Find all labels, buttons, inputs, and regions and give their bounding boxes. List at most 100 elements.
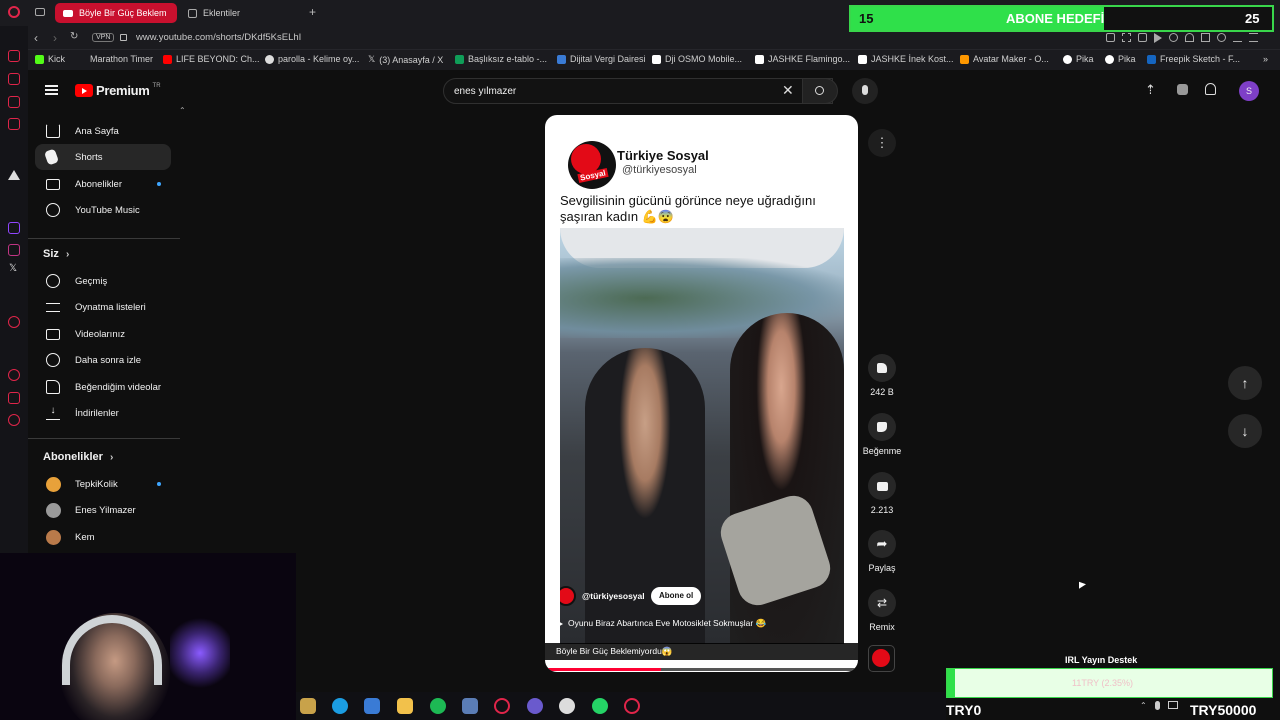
voice-search-button[interactable] bbox=[852, 78, 878, 104]
app-icon[interactable] bbox=[624, 698, 640, 714]
bookmark-item[interactable]: Avatar Maker - O... bbox=[960, 54, 1049, 64]
nav-playlists[interactable]: Oynatma listeleri bbox=[35, 294, 171, 320]
progress-track[interactable] bbox=[545, 668, 858, 671]
workspaces-icon[interactable] bbox=[35, 8, 45, 16]
overlay-channel-handle[interactable]: @türkiyesosyal bbox=[582, 591, 645, 601]
new-tab-button[interactable]: + bbox=[309, 5, 316, 19]
sidebar-app-icon[interactable] bbox=[8, 50, 20, 62]
app-icon[interactable] bbox=[559, 698, 575, 714]
app-icon[interactable] bbox=[462, 698, 478, 714]
overlay-channel-avatar[interactable] bbox=[560, 586, 576, 606]
guide-scroll-up-icon[interactable]: ⌃ bbox=[179, 106, 186, 115]
you-section-header[interactable]: Siz › bbox=[43, 248, 69, 260]
tab-active[interactable]: Böyle Bir Güç Beklem bbox=[55, 3, 177, 23]
whatsapp-icon[interactable] bbox=[592, 698, 608, 714]
league-icon[interactable] bbox=[300, 698, 316, 714]
search-input[interactable]: enes yılmazer bbox=[454, 86, 516, 97]
shield-icon[interactable] bbox=[1138, 33, 1147, 42]
x-sidebar-icon[interactable]: 𝕏 bbox=[9, 263, 17, 274]
share-page-icon[interactable] bbox=[1169, 33, 1178, 42]
dislike-button[interactable]: Beğenme bbox=[862, 413, 902, 456]
nav-liked-videos[interactable]: Beğendiğim videolar bbox=[35, 374, 171, 400]
instagram-icon[interactable] bbox=[8, 244, 20, 256]
notifications-bell-icon[interactable] bbox=[1205, 83, 1216, 95]
sidebar-app-icon[interactable] bbox=[8, 96, 20, 108]
forward-icon[interactable]: › bbox=[53, 31, 57, 45]
store-icon[interactable] bbox=[364, 698, 380, 714]
video-frame[interactable]: @türkiyesosyal Abone ol Oyunu Biraz Abar… bbox=[560, 228, 844, 644]
spotify-icon[interactable] bbox=[430, 698, 446, 714]
network-icon[interactable] bbox=[1167, 701, 1178, 709]
bookmark-item[interactable]: Marathon Timer bbox=[90, 54, 153, 64]
history-sidebar-icon[interactable] bbox=[8, 369, 20, 381]
twitch-icon[interactable] bbox=[8, 222, 20, 234]
like-button[interactable]: 242 B bbox=[862, 354, 902, 397]
reload-icon[interactable]: ↻ bbox=[70, 31, 78, 42]
play-icon[interactable] bbox=[1154, 33, 1162, 43]
comments-button[interactable]: 2.213 bbox=[862, 472, 902, 515]
pin-icon[interactable] bbox=[1106, 33, 1115, 42]
subscription-item[interactable]: Kem bbox=[35, 524, 171, 550]
nav-shorts[interactable]: Shorts bbox=[35, 144, 171, 170]
opera-taskbar-icon[interactable] bbox=[494, 698, 510, 714]
subscription-item[interactable]: Enes Yilmazer bbox=[35, 497, 171, 523]
bookmark-item[interactable]: Dji OSMO Mobile... bbox=[652, 54, 742, 64]
nav-your-videos[interactable]: Videolarınız bbox=[35, 321, 171, 347]
subscriptions-section-header[interactable]: Abonelikler › bbox=[43, 451, 113, 463]
bookmark-item[interactable]: JASHKE İnek Kost... bbox=[858, 54, 954, 64]
avatar[interactable]: S bbox=[1239, 81, 1259, 101]
remix-button[interactable]: ⇄ Remix bbox=[862, 589, 902, 632]
obs-icon[interactable] bbox=[527, 698, 543, 714]
heart-icon[interactable] bbox=[1185, 33, 1194, 42]
vpn-badge[interactable]: VPN bbox=[92, 33, 115, 42]
share-button[interactable]: ➦ Paylaş bbox=[862, 530, 902, 573]
nav-youtube-music[interactable]: YouTube Music bbox=[35, 197, 171, 223]
search-button[interactable] bbox=[802, 78, 838, 104]
bookmark-item[interactable]: Dijital Vergi Dairesi bbox=[557, 54, 646, 64]
edge-icon[interactable] bbox=[332, 698, 348, 714]
nav-downloads[interactable]: ↓ İndirilenler bbox=[35, 400, 171, 426]
more-options-button[interactable]: ⋮ bbox=[868, 129, 896, 157]
hamburger-menu-icon[interactable] bbox=[45, 85, 58, 95]
bookmark-item[interactable]: Pika bbox=[1063, 54, 1094, 64]
subscription-item[interactable]: TepkiKolik bbox=[35, 471, 171, 497]
bookmark-item[interactable]: JASHKE Flamingo... bbox=[755, 54, 850, 64]
nav-home[interactable]: Ana Sayfa bbox=[35, 118, 171, 144]
microphone-tray-icon[interactable] bbox=[1154, 701, 1160, 710]
sidebar-app-icon[interactable] bbox=[8, 118, 20, 130]
tray-chevron-icon[interactable]: ⌃ bbox=[1140, 701, 1147, 710]
bookmark-item[interactable]: Başlıksız e-tablo -... bbox=[455, 54, 547, 64]
bookmark-item[interactable]: Freepik Sketch - F... bbox=[1147, 54, 1240, 64]
menu-icon[interactable] bbox=[1249, 33, 1258, 42]
aria-icon[interactable] bbox=[8, 170, 20, 180]
search-box[interactable]: enes yılmazer ✕ bbox=[443, 78, 833, 104]
sidebar-app-icon[interactable] bbox=[8, 392, 20, 404]
opera-logo-icon[interactable] bbox=[8, 6, 20, 18]
nav-watch-later[interactable]: Daha sonra izle bbox=[35, 347, 171, 373]
bookmark-item[interactable]: 𝕏 (3) Anasayfa / X bbox=[368, 54, 443, 65]
create-icon[interactable] bbox=[1177, 84, 1188, 95]
bookmark-item[interactable]: Kick bbox=[35, 54, 65, 64]
tab-extensions[interactable]: Eklentiler bbox=[180, 3, 300, 23]
snapshot-icon[interactable] bbox=[1122, 33, 1131, 42]
file-explorer-icon[interactable] bbox=[397, 698, 413, 714]
next-short-button[interactable]: ↓ bbox=[1228, 414, 1262, 448]
shorts-player[interactable]: Sosyal Türkiye Sosyal @türkiyesosyal Sev… bbox=[545, 115, 858, 672]
profile-icon[interactable] bbox=[1217, 33, 1226, 42]
nav-subscriptions[interactable]: Abonelikler bbox=[35, 171, 171, 197]
clear-search-icon[interactable]: ✕ bbox=[782, 82, 794, 99]
upload-icon[interactable]: ⇡ bbox=[1145, 82, 1156, 98]
previous-short-button[interactable]: ↑ bbox=[1228, 366, 1262, 400]
related-video-link[interactable]: Oyunu Biraz Abartınca Eve Motosiklet Sok… bbox=[560, 618, 766, 629]
nav-history[interactable]: Geçmiş bbox=[35, 268, 171, 294]
url-field[interactable]: www.youtube.com/shorts/DKdf5KsELhI bbox=[136, 32, 301, 43]
bookmark-item[interactable]: Pika bbox=[1105, 54, 1136, 64]
extensions-icon[interactable] bbox=[1201, 33, 1210, 42]
bookmarks-overflow-icon[interactable]: » bbox=[1263, 54, 1268, 64]
download-icon[interactable] bbox=[1233, 33, 1242, 42]
sidebar-app-icon[interactable] bbox=[8, 316, 20, 328]
sound-channel-thumbnail[interactable] bbox=[868, 645, 895, 672]
settings-sidebar-icon[interactable] bbox=[8, 414, 20, 426]
subscribe-button[interactable]: Abone ol bbox=[651, 587, 702, 605]
bookmark-item[interactable]: LIFE BEYOND: Ch... bbox=[163, 54, 260, 64]
